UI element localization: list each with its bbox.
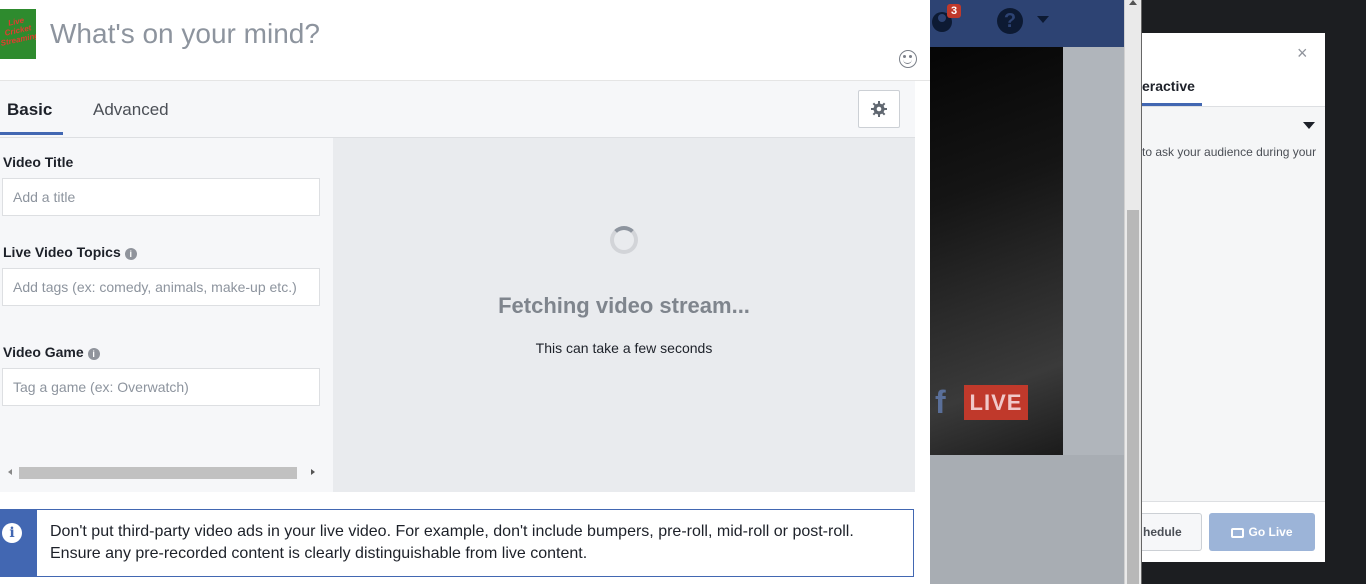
tab-basic[interactable]: Basic [7,100,52,120]
notification-badge: 3 [947,4,962,18]
topics-label: Live Video Topics i [3,244,137,260]
ads-policy-notice: i Don't put third-party video ads in you… [0,509,914,577]
game-label-text: Video Game [3,344,84,360]
settings-button[interactable] [858,90,900,128]
post-prompt-input[interactable]: What's on your mind? [50,18,320,50]
video-title-label: Video Title [3,154,73,170]
background-lower-area [930,455,1124,584]
scroll-up-arrow-icon[interactable] [1129,0,1137,5]
video-title-label-text: Video Title [3,154,74,170]
notice-icon-column: i [1,510,37,576]
gear-icon [871,101,887,117]
live-video-composer: Live Cricket Streaming What's on your mi… [0,0,930,584]
tab-advanced[interactable]: Advanced [93,100,169,120]
interactive-panel-footer: hedule Go Live [1142,501,1325,562]
help-icon[interactable]: ? [997,8,1023,34]
fetching-status: Fetching video stream... [498,293,750,318]
background-sidebar [1063,47,1124,455]
video-camera-icon [1231,528,1245,538]
interactive-description: to ask your audience during your [1142,145,1317,159]
game-label: Video Game i [3,344,100,360]
settings-tabs: Basic Advanced [0,81,915,138]
schedule-button[interactable]: hedule [1142,513,1202,551]
go-live-button[interactable]: Go Live [1209,513,1315,551]
close-icon[interactable]: × [1297,43,1308,64]
emoji-icon[interactable] [899,50,917,68]
topics-label-text: Live Video Topics [3,244,121,260]
tab-interactive-underline [1142,103,1202,106]
video-preview: Fetching video stream... This can take a… [333,138,915,492]
notice-text: Don't put third-party video ads in your … [50,523,854,562]
interactive-panel-header: × eractive [1142,33,1325,107]
page-scrollbar[interactable] [1124,0,1142,584]
scroll-left-arrow-icon[interactable] [8,469,12,475]
topics-info-icon[interactable]: i [124,248,137,260]
go-live-label: Go Live [1248,525,1293,539]
game-info-icon[interactable]: i [87,348,100,360]
form-horizontal-scrollbar[interactable] [3,464,319,482]
topics-input[interactable]: Add tags (ex: comedy, animals, make-up e… [2,268,320,306]
avatar[interactable]: Live Cricket Streaming [0,9,36,59]
game-input[interactable]: Tag a game (ex: Overwatch) [2,368,320,406]
live-badge: LIVE [964,385,1028,420]
account-menu-caret-icon[interactable] [1037,16,1049,23]
facebook-logo-icon: f [935,384,946,420]
scroll-right-arrow-icon[interactable] [311,469,315,475]
avatar-logo-text: Live Cricket Streaming [0,15,36,48]
video-title-input[interactable]: Add a title [2,178,320,216]
composer-header: Live Cricket Streaming What's on your mi… [0,0,930,81]
tab-interactive[interactable]: eractive [1142,78,1195,94]
info-icon: i [2,523,22,543]
basic-form: Video Title Add a title Live Video Topic… [0,138,333,492]
loading-spinner-icon [610,226,638,254]
interactive-panel: × eractive to ask your audience during y… [1142,33,1325,562]
scroll-thumb[interactable] [1127,210,1139,584]
form-scroll-thumb[interactable] [19,467,297,479]
expand-caret-icon[interactable] [1303,122,1315,129]
tab-basic-underline [0,132,63,135]
fetching-hint: This can take a few seconds [535,340,713,356]
